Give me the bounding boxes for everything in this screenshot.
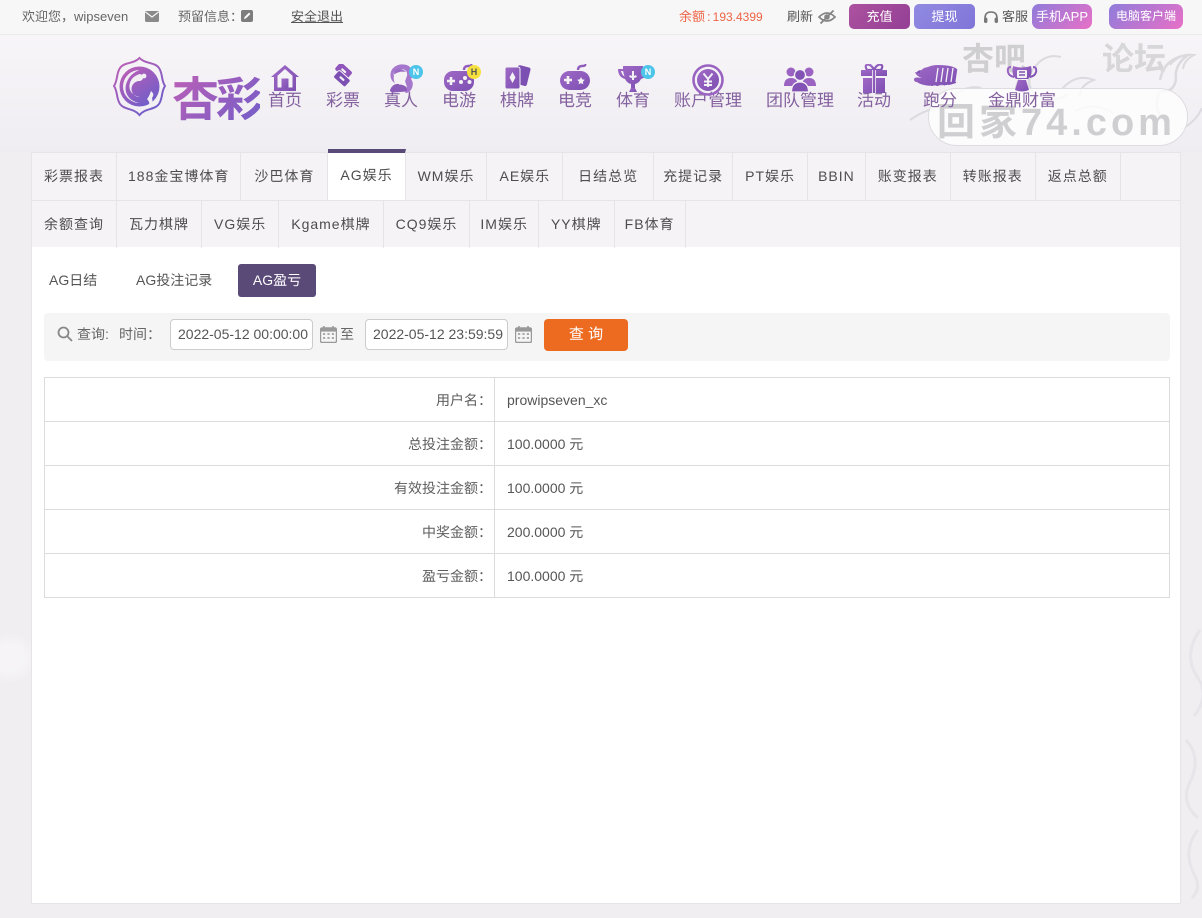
svg-text:Z.I.E 赛事: Z.I.E 赛事 — [924, 84, 950, 92]
